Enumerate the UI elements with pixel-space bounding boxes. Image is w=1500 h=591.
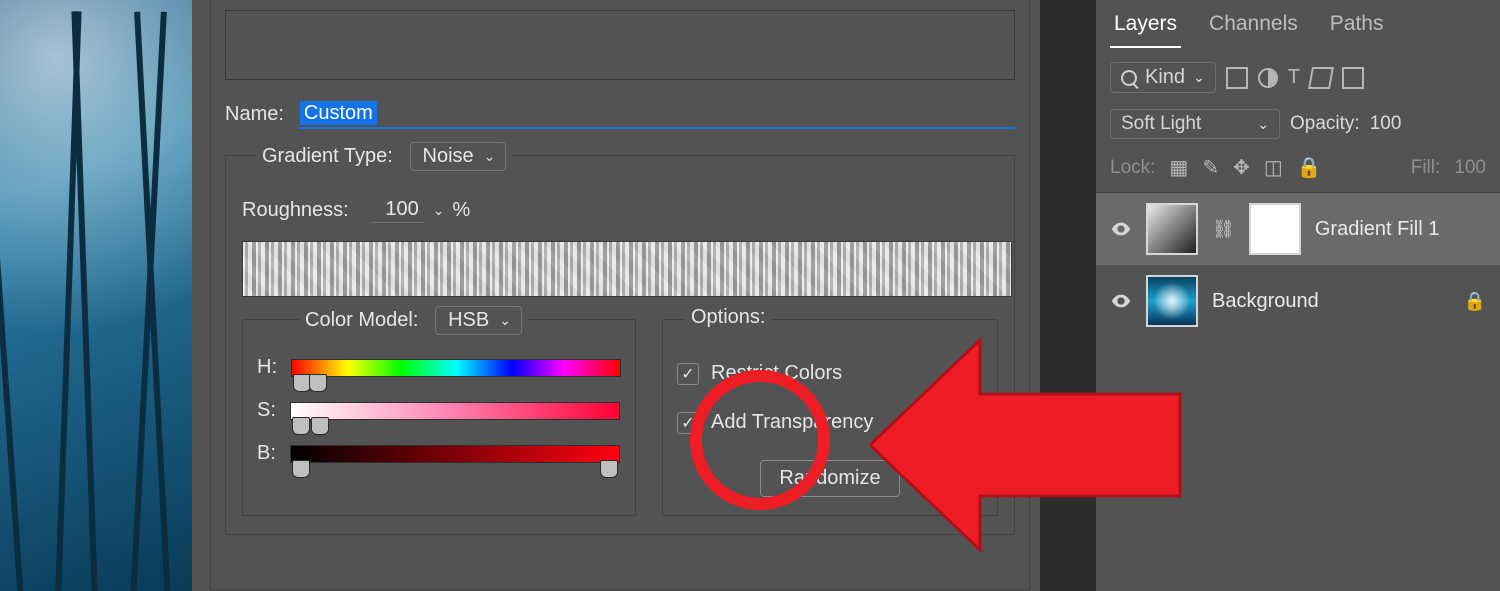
blend-opacity-row: Soft Light ⌄ Opacity: 100 <box>1096 93 1500 139</box>
hue-slider[interactable] <box>291 359 621 377</box>
saturation-slider[interactable] <box>290 402 620 420</box>
shape-filter-icon[interactable] <box>1308 67 1334 89</box>
hue-row: H: <box>257 356 621 379</box>
layer-mask-thumbnail[interactable] <box>1249 203 1301 255</box>
layer-thumbnail[interactable] <box>1146 275 1198 327</box>
annotation-circle <box>690 370 830 510</box>
chevron-down-icon: ⌄ <box>1257 116 1269 133</box>
opacity-label: Opacity: <box>1290 113 1360 135</box>
hue-max-handle[interactable] <box>309 374 327 392</box>
lock-paint-icon[interactable]: ✎ <box>1202 155 1219 180</box>
visibility-toggle[interactable] <box>1110 290 1132 312</box>
hue-label: H: <box>257 356 277 379</box>
saturation-max-handle[interactable] <box>311 417 329 435</box>
gradient-presets[interactable] <box>225 10 1015 80</box>
blend-mode-select[interactable]: Soft Light ⌄ <box>1110 109 1280 139</box>
annotation-arrow <box>870 330 1190 560</box>
chevron-down-icon[interactable]: ⌄ <box>433 202 445 219</box>
noise-gradient-preview[interactable] <box>242 241 1012 297</box>
gradient-type-select[interactable]: Noise ⌄ <box>410 142 507 171</box>
saturation-label: S: <box>257 399 276 422</box>
brightness-slider[interactable] <box>290 445 620 463</box>
hue-min-handle[interactable] <box>293 374 311 392</box>
mask-link-icon[interactable]: ⛓ <box>1212 219 1235 240</box>
brightness-max-handle[interactable] <box>600 460 618 478</box>
brightness-row: B: <box>257 442 621 465</box>
fill-label: Fill: <box>1411 157 1441 179</box>
blend-mode-value: Soft Light <box>1121 113 1201 135</box>
fill-value[interactable]: 100 <box>1454 157 1486 179</box>
visibility-toggle[interactable] <box>1110 218 1132 240</box>
brightness-label: B: <box>257 442 276 465</box>
restrict-colors-checkbox[interactable]: ✓ <box>677 363 699 385</box>
saturation-min-handle[interactable] <box>292 417 310 435</box>
lock-icon[interactable]: 🔒 <box>1464 291 1486 312</box>
color-model-select[interactable]: HSB ⌄ <box>435 306 522 335</box>
gradient-type-value: Noise <box>423 145 474 168</box>
chevron-down-icon: ⌄ <box>1193 69 1205 86</box>
filter-kind-label: Kind <box>1145 66 1185 89</box>
filter-kind-select[interactable]: Kind ⌄ <box>1110 62 1216 93</box>
layer-name[interactable]: Background <box>1212 290 1319 313</box>
type-filter-icon[interactable]: T <box>1288 66 1300 89</box>
layer-row-gradient-fill[interactable]: ⛓ Gradient Fill 1 <box>1096 193 1500 265</box>
roughness-row: Roughness: 100 ⌄ % <box>242 198 998 223</box>
lock-artboard-icon[interactable]: ◫ <box>1264 155 1283 180</box>
roughness-unit: % <box>452 199 470 222</box>
tab-layers[interactable]: Layers <box>1110 8 1181 48</box>
layer-thumbnail[interactable] <box>1146 203 1198 255</box>
name-value: Custom <box>300 101 377 125</box>
name-row: Name: Custom <box>225 100 1015 129</box>
lock-fill-row: Lock: ▦ ✎ ✥ ◫ 🔒 Fill: 100 <box>1096 139 1500 193</box>
layer-name[interactable]: Gradient Fill 1 <box>1315 218 1440 241</box>
color-model-group: Color Model: HSB ⌄ H: <box>242 319 636 516</box>
tab-paths[interactable]: Paths <box>1326 8 1388 48</box>
roughness-input[interactable]: 100 <box>371 198 425 223</box>
chevron-down-icon: ⌄ <box>484 148 496 165</box>
brightness-min-handle[interactable] <box>292 460 310 478</box>
layer-filter-row: Kind ⌄ T <box>1096 48 1500 93</box>
name-label: Name: <box>225 103 284 126</box>
options-label: Options: <box>685 306 771 329</box>
chevron-down-icon: ⌄ <box>499 312 511 329</box>
document-canvas <box>0 0 192 591</box>
eye-icon <box>1110 290 1132 312</box>
search-icon <box>1121 70 1137 86</box>
lock-label: Lock: <box>1110 157 1155 179</box>
eye-icon <box>1110 218 1132 240</box>
lock-position-icon[interactable]: ✥ <box>1233 155 1250 180</box>
pixel-filter-icon[interactable] <box>1226 67 1248 89</box>
layer-row-background[interactable]: Background 🔒 <box>1096 265 1500 337</box>
saturation-row: S: <box>257 399 621 422</box>
color-model-label: Color Model: <box>305 309 418 331</box>
smart-filter-icon[interactable] <box>1342 67 1364 89</box>
roughness-label: Roughness: <box>242 199 349 222</box>
lock-all-icon[interactable]: 🔒 <box>1297 155 1322 180</box>
opacity-value[interactable]: 100 <box>1370 113 1402 135</box>
adjustment-filter-icon[interactable] <box>1258 68 1278 88</box>
color-model-value: HSB <box>448 309 489 332</box>
lock-transparency-icon[interactable]: ▦ <box>1169 155 1188 180</box>
gradient-type-label: Gradient Type: <box>262 145 393 167</box>
tab-channels[interactable]: Channels <box>1205 8 1302 48</box>
panel-tabs: Layers Channels Paths <box>1096 0 1500 48</box>
name-input[interactable]: Custom <box>298 100 1015 129</box>
